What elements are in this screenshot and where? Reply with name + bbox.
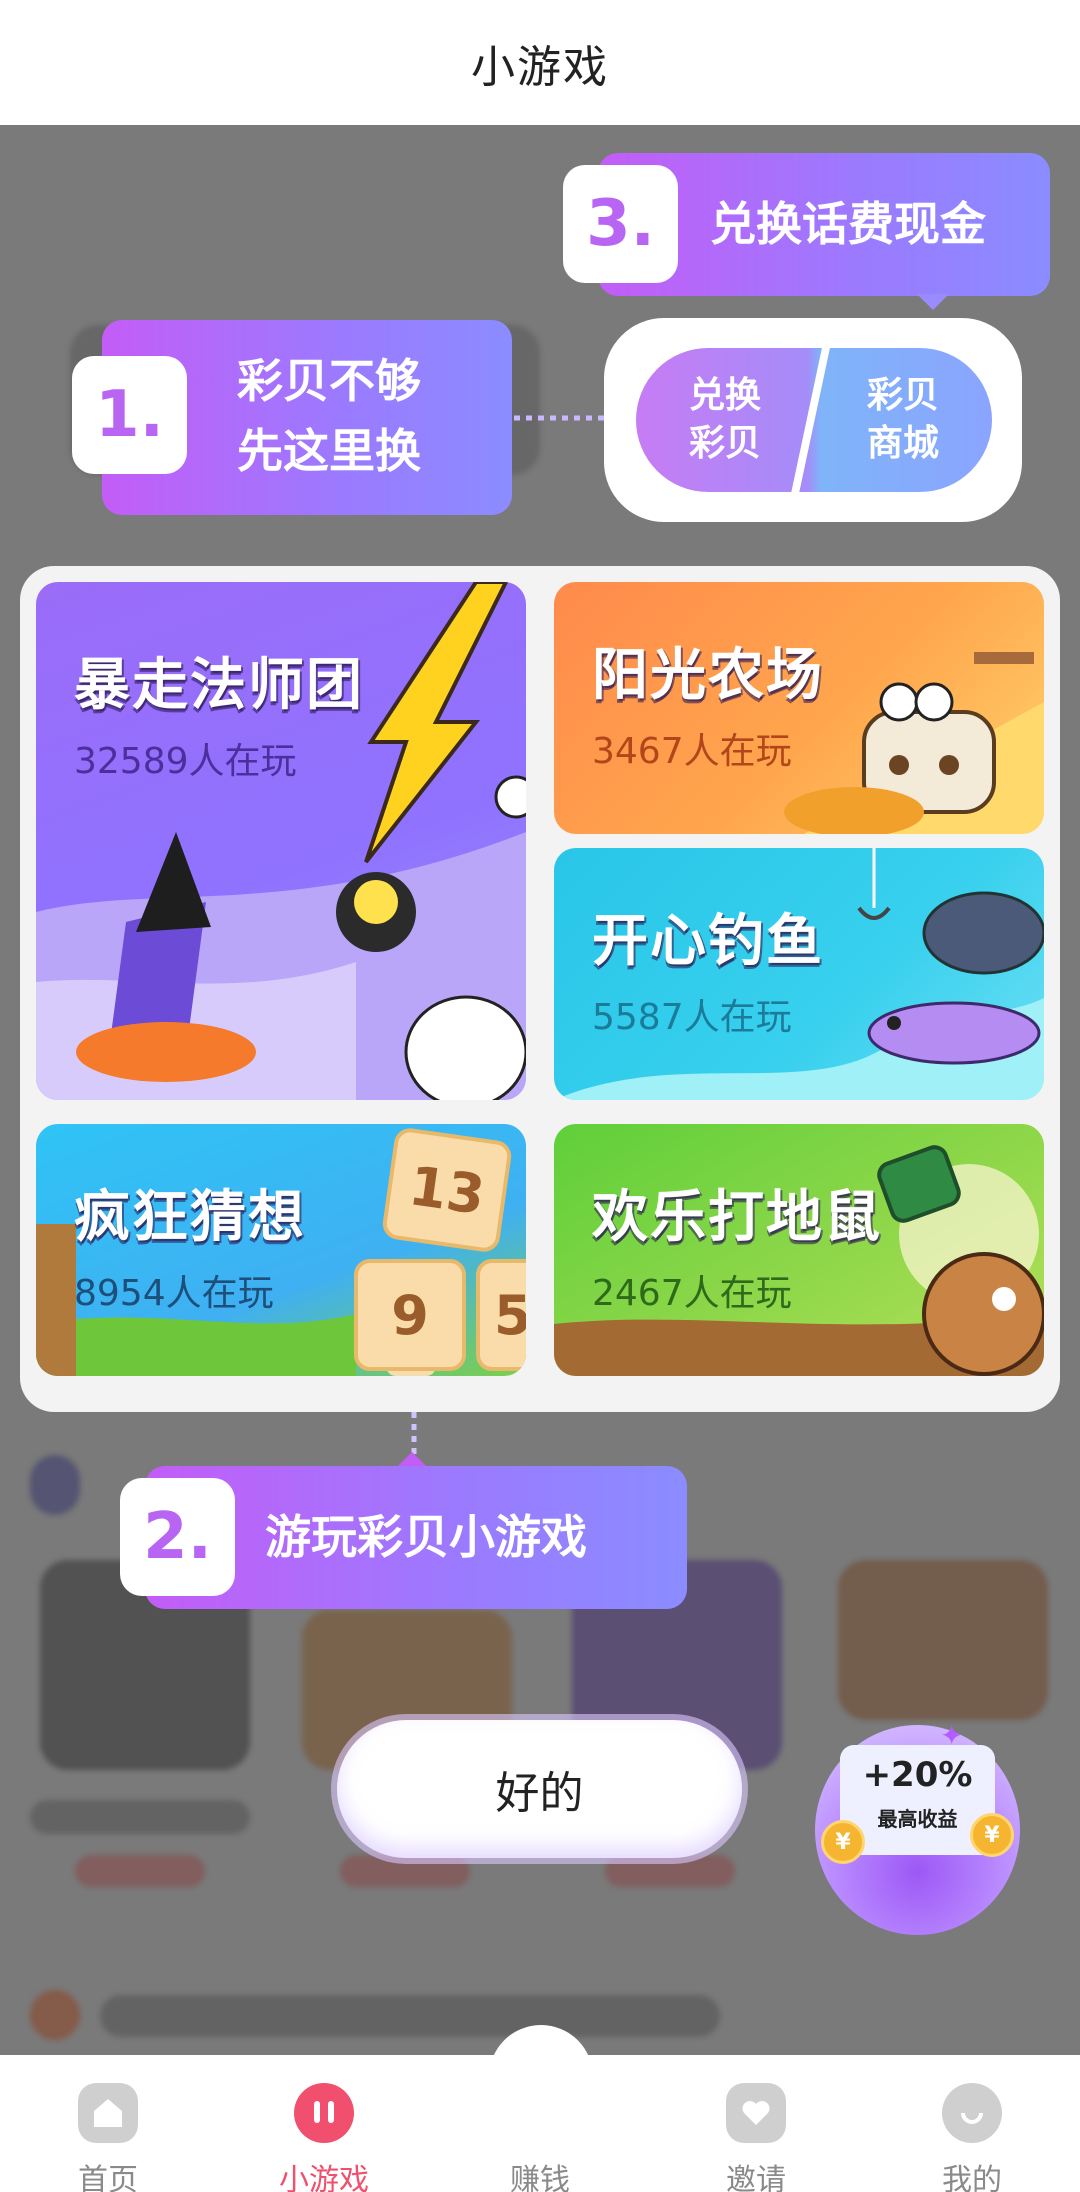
nav-label: 我的 [942,2163,1002,2192]
bonus-percent: +20% [862,1755,973,1795]
game-card-whack-mole[interactable]: 欢乐打地鼠 2467人在玩 [554,1124,1044,1376]
beans-mall-line1: 彩贝 [866,375,939,416]
beans-mall-line2: 商城 [866,423,939,464]
beans-mall-button[interactable]: 彩贝 商城 [814,348,992,492]
header-bar: 小游戏 [0,0,1080,125]
exchange-beans-line1: 兑换 [688,375,761,416]
nav-label: 首页 [78,2163,138,2192]
step2-text: 游玩彩贝小游戏 [265,1510,587,1564]
step3-number: 3. [563,165,678,283]
blurred-app-reward [75,1855,205,1887]
game-players: 5587人在玩 [592,997,792,1038]
profile-icon [942,2083,1002,2143]
nav-label: 邀请 [726,2163,786,2192]
ok-button[interactable]: 好的 [337,1720,742,1858]
coin-icon: ¥ [970,1813,1014,1857]
game-name: 阳光农场 [592,643,824,708]
step3-text: 兑换话费现金 [710,197,986,251]
blurred-app-reward [340,1855,470,1887]
game-card-guess[interactable]: 13 9 5 疯狂猜想 8954人在玩 [36,1124,526,1376]
earn-nav-bump [489,2025,593,2129]
exchange-pill: 兑换 彩贝 彩贝 商城 [636,348,992,492]
blurred-app-reward [605,1855,735,1887]
nav-games[interactable]: 小游戏 [216,2055,432,2192]
bonus-bubble[interactable]: +20% 最高收益 ¥ ¥ ✦ [815,1719,1020,1935]
nav-label: 赚钱 [510,2163,570,2192]
step2-pointer [398,1452,426,1466]
guess-tile: 9 [354,1259,466,1371]
exchange-pill-highlight: 兑换 彩贝 彩贝 商城 [604,318,1022,522]
blurred-section-icon [30,1990,80,2040]
page-title: 小游戏 [471,41,609,93]
home-icon [78,2083,138,2143]
game-card-farm[interactable]: 阳光农场 3467人在玩 [554,582,1044,834]
blurred-app-icon [838,1560,1048,1720]
game-name: 欢乐打地鼠 [592,1185,882,1250]
coin-icon: ¥ [821,1820,865,1864]
exchange-beans-line2: 彩贝 [688,423,761,464]
game-players: 8954人在玩 [74,1273,274,1314]
blurred-app-name [30,1800,250,1834]
game-icon [294,2083,354,2143]
step2-number: 2. [120,1478,235,1596]
step1-number: 1. [72,356,187,474]
step1-connector [514,415,604,421]
guess-tile: 13 [380,1126,514,1254]
ok-button-label: 好的 [495,1768,584,1819]
sparkle-icon: ✦ [940,1719,964,1752]
heart-icon [726,2083,786,2143]
step1-line2: 先这里换 [237,424,421,478]
nav-profile[interactable]: 我的 [864,2055,1080,2192]
nav-invite[interactable]: 邀请 [648,2055,864,2192]
exchange-beans-button[interactable]: 兑换 彩贝 [636,348,814,492]
game-players: 3467人在玩 [592,731,792,772]
blurred-section-icon [30,1455,80,1515]
nav-label: 小游戏 [279,2163,369,2192]
game-name: 开心钓鱼 [592,909,824,974]
games-panel: 暴走法师团 32589人在玩 阳光农场 3467人在玩 开心钓鱼 5587人在玩 [20,566,1060,1412]
game-players: 32589人在玩 [74,741,297,782]
game-card-wizard[interactable]: 暴走法师团 32589人在玩 [36,582,526,1100]
step3-pointer [917,294,949,310]
step1-line1: 彩贝不够 [237,354,421,408]
game-players: 2467人在玩 [592,1273,792,1314]
game-name: 暴走法师团 [74,653,364,718]
game-card-fishing[interactable]: 开心钓鱼 5587人在玩 [554,848,1044,1100]
nav-home[interactable]: 首页 [0,2055,216,2192]
blurred-section-title [100,1995,720,2037]
guess-tile: 5 [476,1259,526,1371]
game-name: 疯狂猜想 [74,1185,306,1250]
